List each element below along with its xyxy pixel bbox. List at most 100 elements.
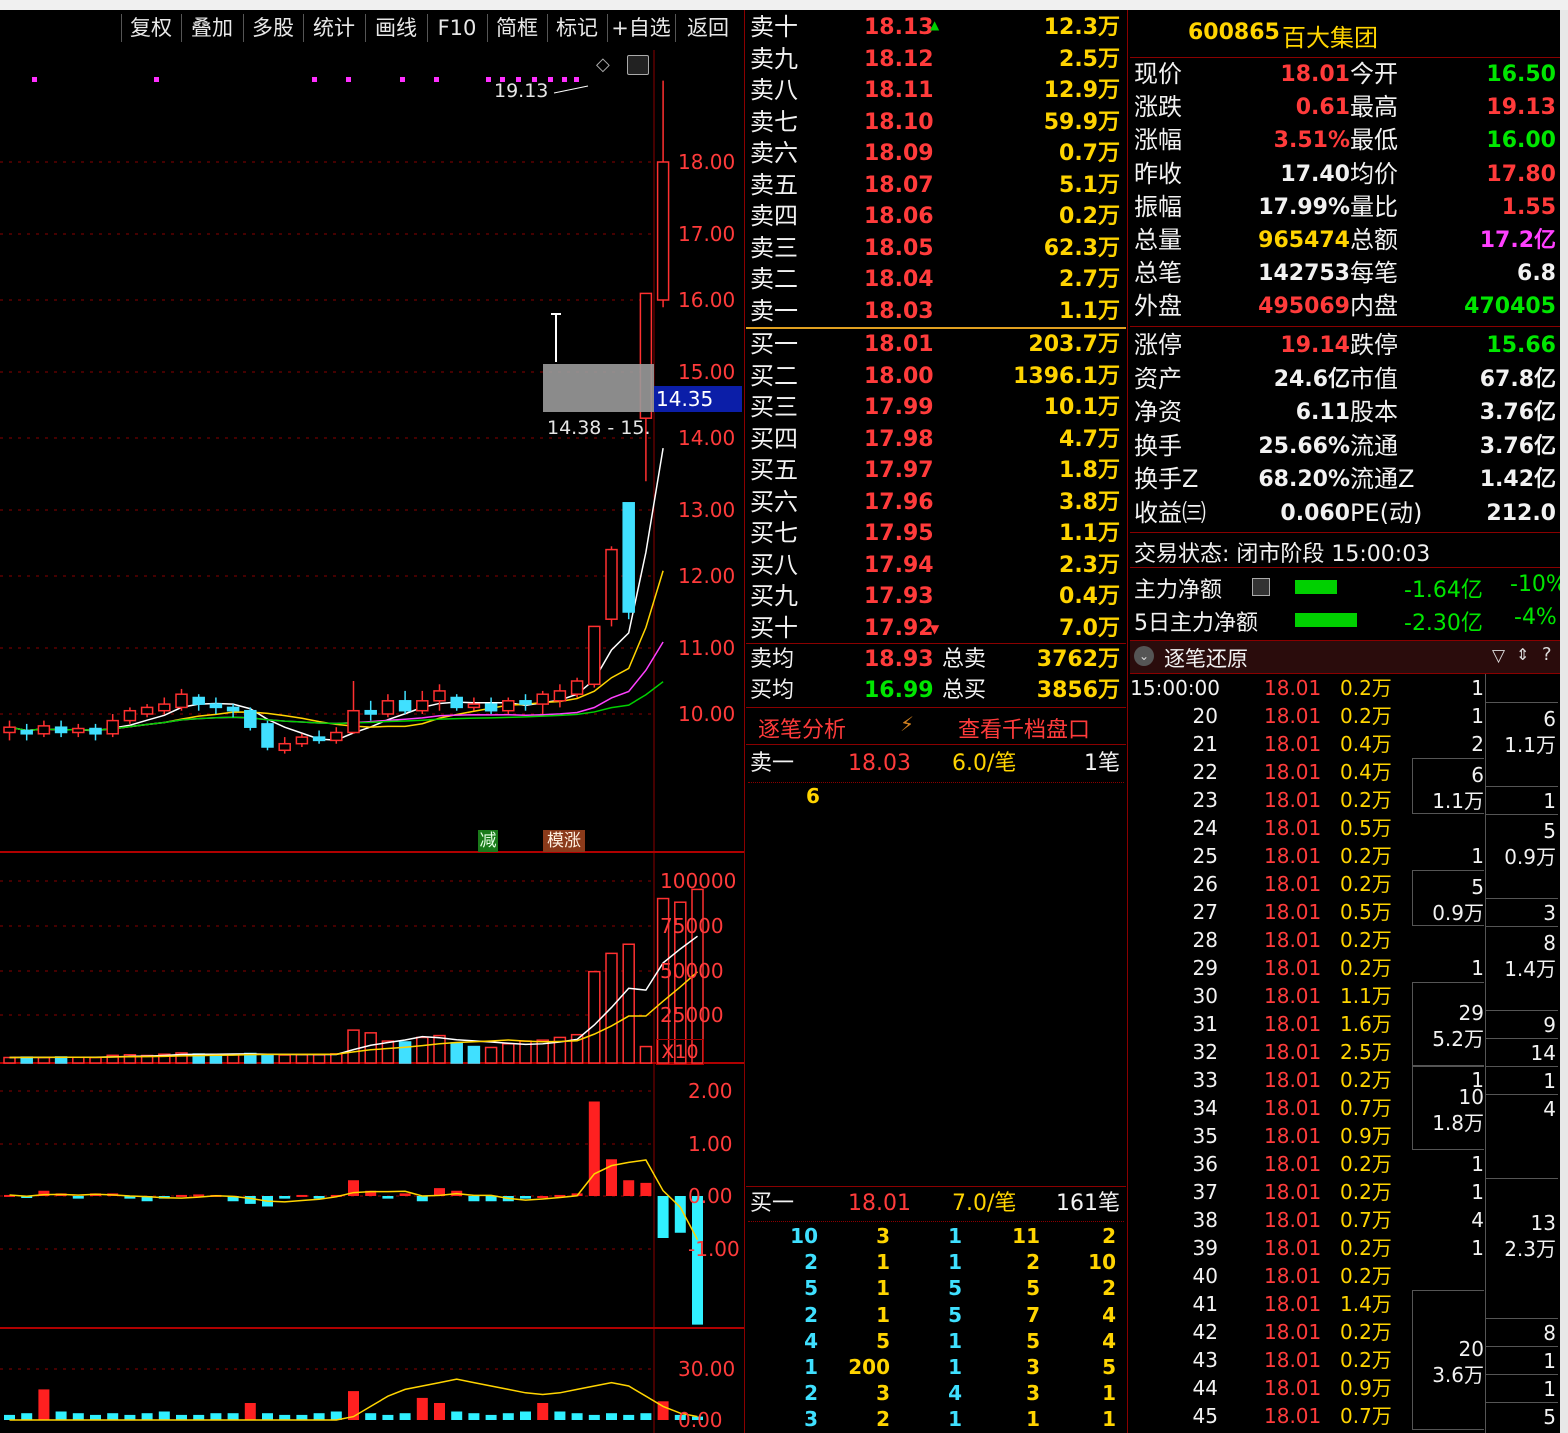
candle-body	[72, 727, 85, 734]
tick-volume: 0.4万	[1340, 732, 1392, 756]
tick-row[interactable]: 36 18.01 0.2万 1	[1130, 1150, 1490, 1178]
avg-sell-row: 卖均 18.93 总卖 3762万	[748, 644, 1124, 675]
tick-group-right: 4	[1486, 1094, 1558, 1122]
kline-chart-svg[interactable]	[0, 10, 744, 1433]
macd-tick-label: 2.00	[688, 1079, 733, 1103]
ask-row[interactable]: 卖七 18.10 59.9万	[748, 107, 1124, 138]
collapse-icon[interactable]: ⌄	[1134, 646, 1154, 666]
ask-row[interactable]: 卖五 18.07 5.1万	[748, 170, 1124, 201]
candle-body	[226, 706, 240, 712]
help-icon[interactable]: ?	[1542, 644, 1552, 665]
bid-volume: 10.1万	[1043, 395, 1120, 420]
group-volume: 0.9万	[1432, 901, 1484, 925]
bid-row[interactable]: 买六 17.96 3.8万	[748, 487, 1124, 518]
bid-label: 买九	[750, 582, 798, 610]
bid1-queue-item: 1	[1102, 1407, 1116, 1432]
toolbar-button-0[interactable]: 复权	[122, 12, 180, 44]
tick-row[interactable]: 39 18.01 0.2万 1	[1130, 1234, 1490, 1262]
tick-row[interactable]: 20 18.01 0.2万 1	[1130, 702, 1490, 730]
group-volume: 1.1万	[1432, 789, 1484, 813]
ask-row[interactable]: 卖九 18.12 2.5万	[748, 44, 1124, 75]
tick-row[interactable]: 37 18.01 0.2万 1	[1130, 1178, 1490, 1206]
bid-volume: 203.7万	[1028, 332, 1120, 357]
quote-value: 142753	[1258, 261, 1350, 287]
toolbar-button-4[interactable]: 画线	[366, 12, 426, 44]
toolbar-button-9[interactable]: 返回	[676, 12, 740, 44]
toolbar-button-6[interactable]: 简框	[488, 12, 546, 44]
ask-price: 18.03	[864, 298, 934, 324]
quote-label: 总笔	[1134, 259, 1182, 288]
bid-row[interactable]: 买四 17.98 4.7万	[748, 424, 1124, 455]
quote-value: 212.0	[1486, 500, 1556, 526]
tick-row[interactable]: 28 18.01 0.2万	[1130, 926, 1490, 954]
volume-bar	[502, 1043, 515, 1064]
indicator-bar	[468, 1413, 480, 1420]
sort-icon[interactable]: ⇕	[1516, 645, 1529, 664]
tick-row[interactable]: 25 18.01 0.2万 1	[1130, 842, 1490, 870]
tick-row[interactable]: 15:00:00 18.01 0.2万 1	[1130, 674, 1490, 702]
candle-body	[54, 726, 68, 734]
bid-row[interactable]: 买九 17.93 0.4万	[748, 581, 1124, 612]
bid-row[interactable]: 买八 17.94 2.3万	[748, 550, 1124, 581]
bid-row[interactable]: 买一 18.01 203.7万	[748, 329, 1124, 360]
tick-volume: 0.2万	[1340, 844, 1392, 868]
bid-row[interactable]: 买五 17.97 1.8万	[748, 455, 1124, 486]
tick-count: 1	[1471, 956, 1484, 980]
quote-row: 涨幅 3.51% 最低 16.00	[1134, 124, 1558, 157]
kline-chart-area[interactable]	[0, 10, 744, 1433]
toolbar-button-8[interactable]: +自选	[608, 12, 674, 44]
toolbar-button-2[interactable]: 多股	[244, 12, 302, 44]
indicator-bar	[348, 1391, 359, 1420]
toolbar-button-1[interactable]: 叠加	[182, 12, 242, 44]
tick-volume: 0.4万	[1340, 760, 1392, 784]
signal-dot	[312, 77, 317, 82]
signal-dot	[486, 77, 491, 82]
ask-row[interactable]: 卖二 18.04 2.7万	[748, 264, 1124, 295]
total-sell-value: 3762万	[1036, 647, 1120, 672]
tick-analysis-link[interactable]: 逐笔分析	[758, 712, 846, 744]
tick-row[interactable]: 40 18.01 0.2万	[1130, 1262, 1490, 1290]
quote-label: 涨跌	[1134, 93, 1182, 122]
filter-icon[interactable]: ▽	[1492, 646, 1505, 666]
tick-time: 30	[1192, 984, 1218, 1008]
tick-row[interactable]: 29 18.01 0.2万 1	[1130, 954, 1490, 982]
tick-row[interactable]: 24 18.01 0.5万	[1130, 814, 1490, 842]
candle-body	[3, 726, 16, 734]
price-tick-label: 17.00	[678, 222, 736, 246]
toolbar-button-5[interactable]: F10	[428, 12, 486, 44]
ask-row[interactable]: 卖四 18.06 0.2万	[748, 201, 1124, 232]
ask-row[interactable]: 卖三 18.05 62.3万	[748, 233, 1124, 264]
tag-reduce: 减	[478, 830, 498, 852]
depth-view-link[interactable]: 查看千档盘口	[958, 712, 1090, 744]
stock-name: 百大集团	[1282, 24, 1378, 52]
toolbar-button-3[interactable]: 统计	[304, 12, 364, 44]
toolbar-button-7[interactable]: 标记	[548, 12, 606, 44]
bid-row[interactable]: 买七 17.95 1.1万	[748, 518, 1124, 549]
candle-body	[312, 736, 326, 742]
ask-row[interactable]: 卖一 18.03 1.1万	[748, 296, 1124, 327]
tick-price: 18.01	[1264, 1040, 1322, 1064]
bid1-queue-item: 10	[790, 1224, 818, 1248]
bid1-queue-item: 2	[1102, 1224, 1116, 1248]
quote-label: 振幅	[1134, 192, 1182, 221]
ask-row[interactable]: 卖八 18.11 12.9万	[748, 75, 1124, 106]
bid-price: 17.94	[864, 552, 934, 578]
ask-row[interactable]: 卖六 18.09 0.7万	[748, 138, 1124, 169]
quote-value: 25.66%	[1258, 433, 1350, 459]
tick-row[interactable]: 21 18.01 0.4万 2	[1130, 730, 1490, 758]
bid-price: 17.92	[864, 615, 934, 641]
ask-volume: 12.9万	[1043, 78, 1120, 103]
bid-row[interactable]: 买三 17.99 10.1万	[748, 392, 1124, 423]
ask-price: 18.10	[864, 109, 934, 135]
panel-toggle-icon[interactable]	[627, 55, 649, 75]
bid1-queue-item: 2	[804, 1250, 818, 1275]
tick-row[interactable]: 38 18.01 0.7万 4	[1130, 1206, 1490, 1234]
five-day-flow-label: 5日主力净额	[1134, 611, 1258, 636]
lightning-icon[interactable]: ⚡	[900, 712, 914, 736]
bid1-queue-item: 2	[804, 1381, 818, 1406]
quote-value: 0.060	[1280, 500, 1350, 526]
diamond-icon[interactable]: ◇	[596, 54, 610, 75]
bid-row[interactable]: 买二 18.00 1396.1万	[748, 361, 1124, 392]
quote-row: 净资 6.11 股本 3.76亿	[1134, 396, 1558, 429]
list-icon[interactable]	[1252, 578, 1270, 596]
